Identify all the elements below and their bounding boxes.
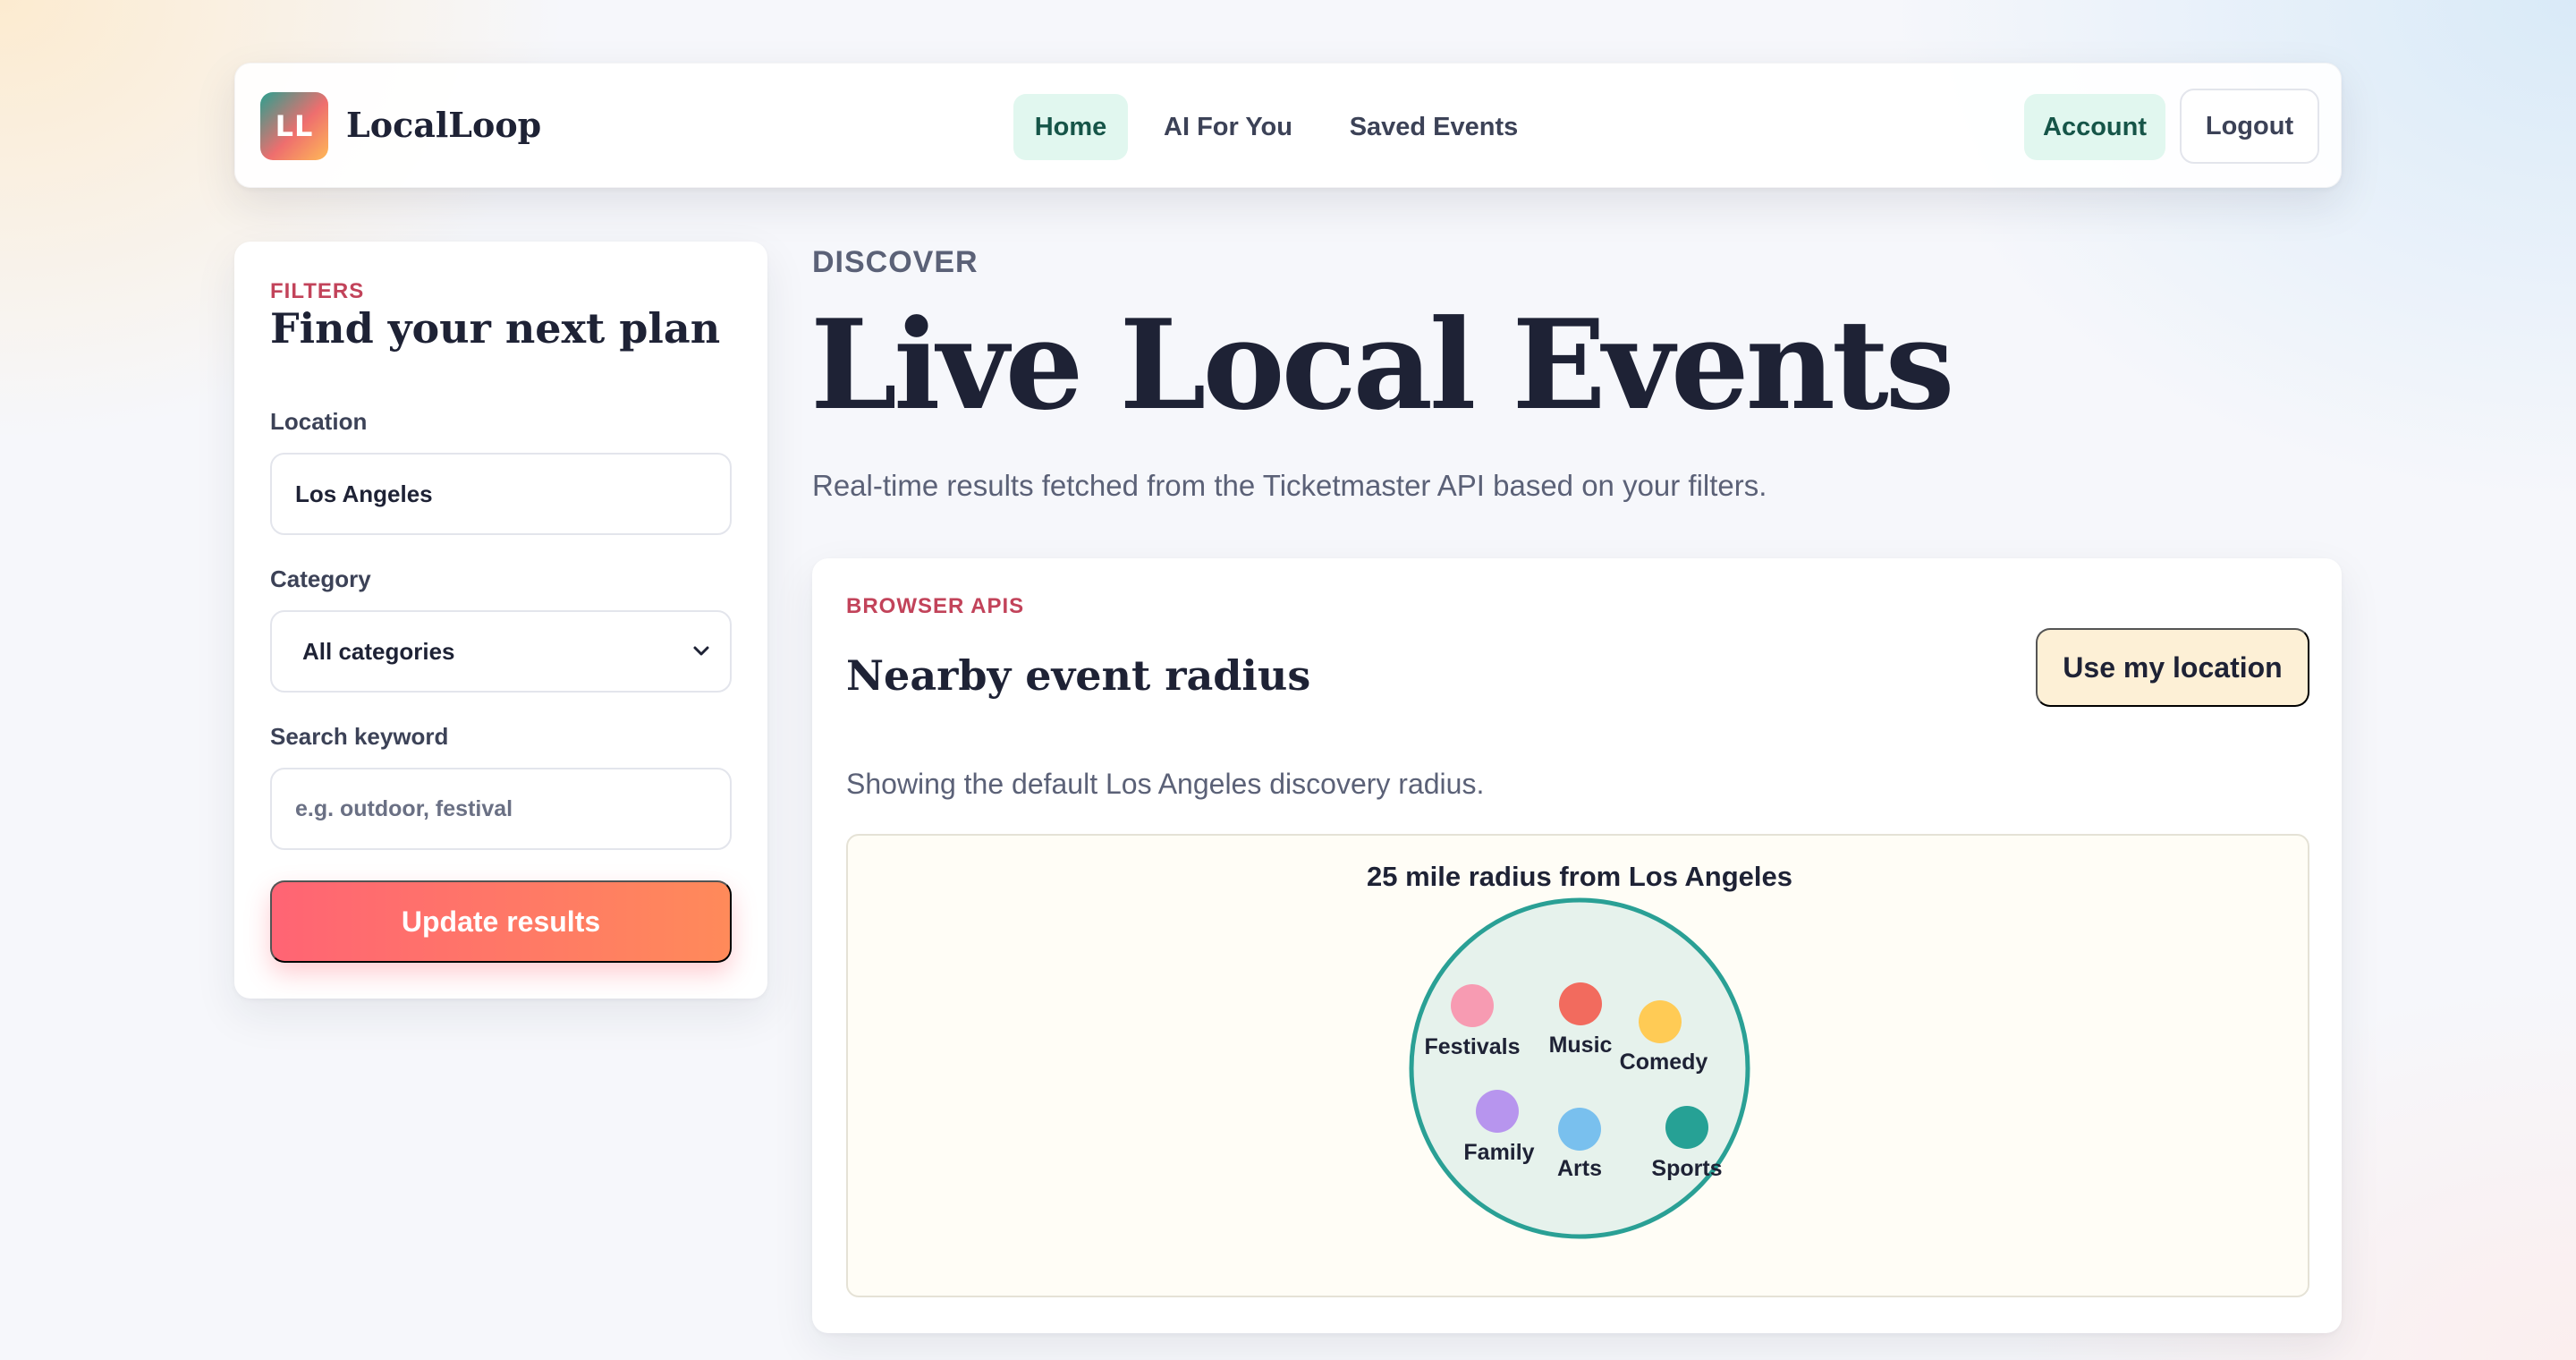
- category-label-sports: Sports: [1651, 1156, 1722, 1181]
- keyword-input[interactable]: e.g. outdoor, festival: [270, 768, 732, 850]
- filters-panel: FILTERS Find your next plan Location Los…: [234, 242, 767, 999]
- location-input[interactable]: Los Angeles: [270, 453, 732, 535]
- category-dot-sports[interactable]: [1665, 1106, 1708, 1149]
- page-subtitle: Real-time results fetched from the Ticke…: [812, 469, 1767, 502]
- radius-eyebrow: BROWSER APIS: [846, 594, 1025, 618]
- nav-link-home[interactable]: Home: [1013, 94, 1128, 160]
- radius-viz-title: 25 mile radius from Los Angeles: [1367, 861, 1792, 892]
- filters-title: Find your next plan: [270, 304, 721, 353]
- category-select-value: All categories: [302, 637, 455, 665]
- nearby-radius-card: BROWSER APIS Nearby event radius Use my …: [812, 558, 2342, 1333]
- filters-eyebrow: FILTERS: [270, 279, 365, 303]
- category-select[interactable]: All categories: [270, 610, 732, 693]
- account-button[interactable]: Account: [2024, 94, 2165, 160]
- radius-status-text: Showing the default Los Angeles discover…: [846, 768, 1485, 800]
- top-navbar: LL LocalLoop Home AI For You Saved Event…: [234, 63, 2342, 188]
- radius-title: Nearby event radius: [846, 651, 1311, 700]
- category-label-comedy: Comedy: [1620, 1050, 1708, 1075]
- category-dot-arts[interactable]: [1558, 1108, 1601, 1151]
- update-results-button[interactable]: Update results: [270, 880, 732, 963]
- category-dot-festivals[interactable]: [1451, 984, 1494, 1027]
- category-label: Category: [270, 565, 371, 592]
- category-label-music: Music: [1549, 1033, 1613, 1058]
- discover-eyebrow: DISCOVER: [812, 245, 979, 279]
- page-title: Live Local Events: [810, 292, 1954, 438]
- category-dot-comedy[interactable]: [1639, 1000, 1682, 1043]
- category-dot-music[interactable]: [1559, 982, 1602, 1025]
- radius-map-svg: 25 mile radius from Los Angeles Festival…: [1367, 861, 1792, 1239]
- category-label-family: Family: [1463, 1140, 1534, 1165]
- keyword-label: Search keyword: [270, 723, 449, 750]
- category-dot-family[interactable]: [1476, 1090, 1519, 1133]
- location-label: Location: [270, 408, 368, 435]
- logout-button[interactable]: Logout: [2180, 89, 2319, 164]
- chevron-down-icon: [693, 646, 709, 656]
- use-my-location-button[interactable]: Use my location: [2036, 628, 2309, 707]
- radius-visualization: 25 mile radius from Los Angeles Festival…: [846, 834, 2309, 1297]
- nav-link-saved-events[interactable]: Saved Events: [1328, 94, 1539, 160]
- category-label-festivals: Festivals: [1424, 1034, 1520, 1059]
- nav-link-ai-for-you[interactable]: AI For You: [1148, 94, 1309, 160]
- category-label-arts: Arts: [1557, 1156, 1602, 1181]
- logo-badge[interactable]: LL: [260, 92, 328, 160]
- brand-name[interactable]: LocalLoop: [346, 105, 541, 145]
